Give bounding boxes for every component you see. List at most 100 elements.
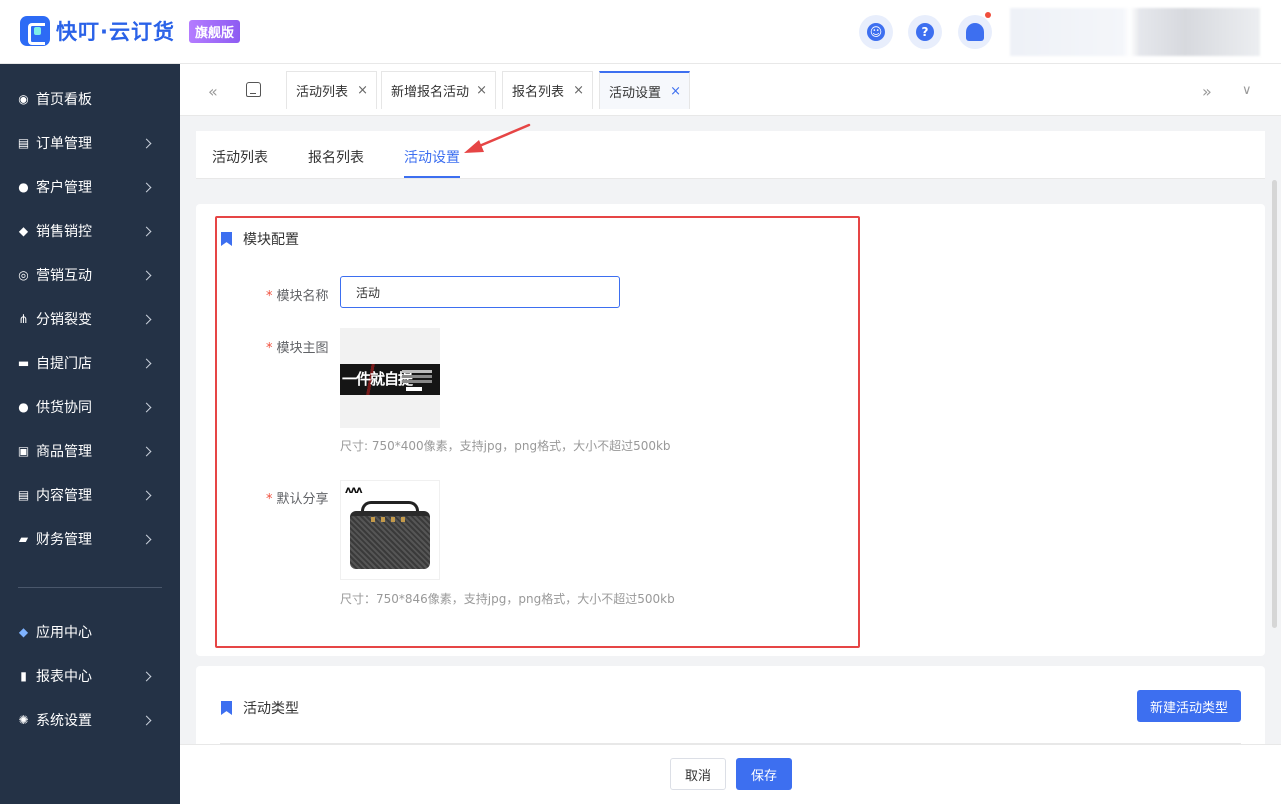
cancel-button[interactable]: 取消 <box>670 758 726 790</box>
sidebar-item-finance[interactable]: ▰ 财务管理 <box>0 517 180 561</box>
label-text: 模块名称 <box>276 289 329 304</box>
sidebar-item-content[interactable]: ▤ 内容管理 <box>0 473 180 517</box>
supplier-icon: ● <box>18 400 29 414</box>
module-name-label: * 模块名称 <box>266 285 329 304</box>
sidebar-item-pickup-store[interactable]: ▬ 自提门店 <box>0 341 180 385</box>
chevron-right-icon <box>141 314 152 324</box>
goods-icon: ▣ <box>17 444 30 458</box>
speaker-knobs-shape <box>371 517 409 522</box>
app-cube-icon: ◆ <box>18 625 29 639</box>
notification-dot <box>985 12 991 18</box>
sidebar-item-label: 自提门店 <box>36 356 92 372</box>
default-share-label: * 默认分享 <box>266 488 329 507</box>
tab-label: 活动设置 <box>609 85 662 101</box>
tab-new-signup-activity[interactable]: 新增报名活动 × <box>381 71 496 109</box>
tab-signup-list[interactable]: 报名列表 × <box>502 71 593 109</box>
chevron-right-icon <box>141 402 152 412</box>
close-icon[interactable]: × <box>357 83 368 98</box>
chevron-right-icon <box>141 138 152 148</box>
sidebar: ◉ 首页看板 ▤ 订单管理 ● 客户管理 ◆ 销售销控 ◎ 营销互动 ⋔ 分销裂… <box>0 64 180 804</box>
subtab-activity-settings[interactable]: 活动设置 <box>404 147 460 167</box>
target-icon: ◎ <box>18 268 29 282</box>
close-icon[interactable]: × <box>670 84 681 99</box>
bookmark-icon <box>221 701 232 715</box>
share-image-upload[interactable]: ʌʌʌ <box>340 480 440 580</box>
service-icon: ☺ <box>867 23 885 41</box>
user-info-blurred[interactable] <box>1010 8 1260 56</box>
sidebar-item-label: 财务管理 <box>36 532 92 548</box>
content-scrollbar[interactable] <box>1272 180 1277 628</box>
tabs-scroll-right-icon[interactable]: » <box>1202 82 1212 101</box>
gear-icon: ✺ <box>18 713 29 727</box>
sidebar-item-label: 内容管理 <box>36 488 92 504</box>
help-button[interactable]: ? <box>908 15 942 49</box>
sidebar-item-supply[interactable]: ● 供货协同 <box>0 385 180 429</box>
form-footer <box>180 744 1281 804</box>
chevron-right-icon <box>141 446 152 456</box>
tab-activity-list[interactable]: 活动列表 × <box>286 71 377 109</box>
sidebar-item-goods[interactable]: ▣ 商品管理 <box>0 429 180 473</box>
module-name-input[interactable] <box>340 276 620 308</box>
close-icon[interactable]: × <box>573 83 584 98</box>
tab-label: 活动列表 <box>296 85 349 100</box>
main-image-preview: 一件就自提 <box>340 364 440 395</box>
hierarchy-icon: ⋔ <box>18 312 29 326</box>
save-button[interactable]: 保存 <box>736 758 792 790</box>
notification-button[interactable] <box>958 12 992 49</box>
required-asterisk: * <box>266 492 273 507</box>
sidebar-item-dashboard[interactable]: ◉ 首页看板 <box>0 77 180 121</box>
sidebar-item-app-center[interactable]: ◆ 应用中心 <box>0 610 180 654</box>
tabs-dropdown-chevron-icon[interactable]: ∨ <box>1242 83 1252 98</box>
customer-service-button[interactable]: ☺ <box>859 15 893 49</box>
sidebar-item-label: 营销互动 <box>36 268 92 284</box>
sidebar-item-label: 客户管理 <box>36 180 92 196</box>
bookmark-icon <box>221 232 232 246</box>
chevron-right-icon <box>141 671 152 681</box>
chevron-right-icon <box>141 534 152 544</box>
dashboard-icon: ◉ <box>18 92 29 106</box>
new-activity-type-button[interactable]: 新建活动类型 <box>1137 690 1241 722</box>
share-image-hint: 尺寸：750*846像素，支持jpg，png格式，大小不超过500kb <box>340 592 675 606</box>
tabs-scroll-left-icon[interactable]: « <box>208 82 218 101</box>
chevron-right-icon <box>141 182 152 192</box>
customer-icon: ● <box>18 180 29 194</box>
tab-label: 报名列表 <box>512 85 565 100</box>
edition-badge: 旗舰版 <box>188 19 240 43</box>
chevron-right-icon <box>141 490 152 500</box>
label-text: 默认分享 <box>276 492 329 507</box>
top-header: 快叮·云订货 旗舰版 ☺ ? <box>0 0 1281 64</box>
sidebar-item-label: 应用中心 <box>36 625 92 641</box>
module-config-card <box>196 204 1265 656</box>
order-icon: ▤ <box>17 136 30 150</box>
main-image-upload[interactable]: 一件就自提 <box>340 328 440 428</box>
wallet-icon: ▰ <box>18 532 29 546</box>
content-icon: ▤ <box>17 488 30 502</box>
activity-type-title: 活动类型 <box>221 698 299 718</box>
sidebar-item-label: 报表中心 <box>36 669 92 685</box>
close-icon[interactable]: × <box>476 83 487 98</box>
brand-logo-icon <box>20 16 50 46</box>
sidebar-item-reports[interactable]: ▮ 报表中心 <box>0 654 180 698</box>
main-image-hint: 尺寸: 750*400像素，支持jpg，png格式，大小不超过500kb <box>340 439 671 453</box>
bell-icon <box>966 23 984 41</box>
sidebar-item-orders[interactable]: ▤ 订单管理 <box>0 121 180 165</box>
page-tab-bar: « 活动列表 × 新增报名活动 × 报名列表 × 活动设置 × » ∨ <box>180 64 1281 116</box>
subtab-signup-list[interactable]: 报名列表 <box>308 147 364 167</box>
banner-small-text-lines <box>402 370 432 373</box>
sidebar-item-distribution[interactable]: ⋔ 分销裂变 <box>0 297 180 341</box>
sidebar-item-marketing[interactable]: ◎ 营销互动 <box>0 253 180 297</box>
brand-logo[interactable]: 快叮·云订货 旗舰版 <box>20 16 240 46</box>
banner-button-shape <box>406 387 422 391</box>
tab-activity-settings[interactable]: 活动设置 × <box>599 71 690 109</box>
sub-tab-bar: 活动列表 报名列表 活动设置 <box>196 131 1265 179</box>
sidebar-item-customers[interactable]: ● 客户管理 <box>0 165 180 209</box>
sidebar-item-sales[interactable]: ◆ 销售销控 <box>0 209 180 253</box>
subtab-activity-list[interactable]: 活动列表 <box>212 147 268 167</box>
sidebar-item-settings[interactable]: ✺ 系统设置 <box>0 698 180 742</box>
chevron-right-icon <box>141 715 152 725</box>
sidebar-item-label: 系统设置 <box>36 713 92 729</box>
required-asterisk: * <box>266 341 273 356</box>
sidebar-item-label: 订单管理 <box>36 136 92 152</box>
home-icon[interactable] <box>246 82 261 97</box>
main-image-label: * 模块主图 <box>266 337 329 356</box>
